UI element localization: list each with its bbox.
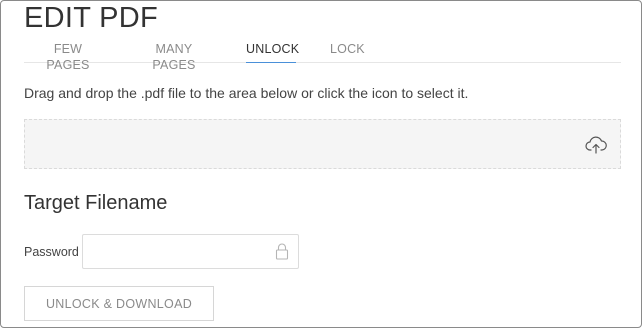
- password-field: [82, 234, 299, 269]
- tab-many-pages[interactable]: MANY PAGES: [134, 41, 214, 72]
- lock-icon: [275, 243, 289, 260]
- dropzone-instructions: Drag and drop the .pdf file to the area …: [24, 85, 469, 101]
- cloud-upload-icon[interactable]: [585, 136, 607, 154]
- file-dropzone[interactable]: [24, 119, 621, 169]
- app-window: EDIT PDF FEW PAGES MANY PAGES UNLOCK LOC…: [0, 0, 642, 328]
- tab-lock[interactable]: LOCK: [330, 41, 365, 63]
- target-filename-heading: Target Filename: [24, 192, 168, 214]
- unlock-download-button[interactable]: UNLOCK & DOWNLOAD: [24, 286, 214, 321]
- password-label: Password: [24, 245, 79, 259]
- page-title: EDIT PDF: [24, 2, 158, 34]
- tab-unlock[interactable]: UNLOCK: [246, 41, 299, 63]
- password-input[interactable]: [83, 235, 263, 268]
- tab-bar: FEW PAGES MANY PAGES UNLOCK LOCK: [24, 41, 621, 72]
- tab-few-pages[interactable]: FEW PAGES: [33, 41, 103, 72]
